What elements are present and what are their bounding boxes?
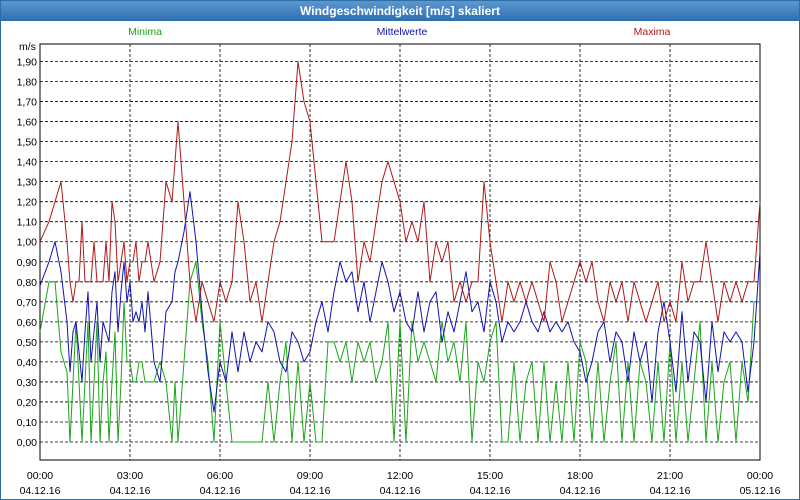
- y-tick-label: 0,40: [17, 357, 38, 369]
- x-tick-labels: 00:00 04.12.16 03:00 04.12.16 06:00 04.12.16 0…: [20, 470, 781, 497]
- y-tick-label: 0,00: [17, 437, 38, 449]
- y-tick-label: 1,50: [17, 137, 38, 149]
- x-tick-date: 04.12.16: [650, 485, 691, 497]
- x-tick-date: 04.12.16: [20, 485, 61, 497]
- y-tick-label: 1,20: [17, 197, 38, 209]
- x-tick-time: 06:00: [207, 470, 233, 482]
- y-tick-label: 1,60: [17, 117, 38, 129]
- legend-maxima: Maxima: [634, 26, 671, 38]
- x-tick-date: 04.12.16: [290, 485, 331, 497]
- legend-minima: Minima: [128, 26, 162, 38]
- y-tick-label: 1,30: [17, 177, 38, 189]
- x-tick-time: 00:00: [27, 470, 53, 482]
- x-tick-date: 04.12.16: [470, 485, 511, 497]
- line-chart: 0,00 0,10 0,20 0,30 0,40 0,50 0,60 0,70 0,80 0,90…: [17, 26, 781, 497]
- y-tick-label: 0,70: [17, 297, 38, 309]
- x-tick-time: 03:00: [117, 470, 143, 482]
- y-tick-label: 0,10: [17, 417, 38, 429]
- y-tick-label: 1,10: [17, 217, 38, 229]
- x-tick-time: 18:00: [567, 470, 593, 482]
- x-tick-time: 00:00: [747, 470, 773, 482]
- y-axis-unit-label: m/s: [19, 41, 36, 53]
- y-tick-labels: 0,00 0,10 0,20 0,30 0,40 0,50 0,60 0,70 0,80 0,90…: [17, 57, 38, 450]
- x-tick-date: 05.12.16: [740, 485, 781, 497]
- y-tick-label: 1,40: [17, 157, 38, 169]
- y-tick-label: 0,30: [17, 377, 38, 389]
- y-tick-label: 0,80: [17, 277, 38, 289]
- x-tick-date: 04.12.16: [560, 485, 601, 497]
- x-tick-date: 04.12.16: [110, 485, 151, 497]
- y-tick-label: 1,70: [17, 97, 38, 109]
- y-tick-label: 0,90: [17, 257, 38, 269]
- x-tick-time: 15:00: [477, 470, 503, 482]
- x-tick-date: 04.12.16: [200, 485, 241, 497]
- y-tick-label: 1,90: [17, 57, 38, 69]
- y-tick-label: 1,80: [17, 77, 38, 89]
- x-tick-time: 12:00: [387, 470, 413, 482]
- y-tick-label: 0,20: [17, 397, 38, 409]
- x-tick-date: 04.12.16: [380, 485, 421, 497]
- legend-mittelwerte: Mittelwerte: [377, 26, 428, 38]
- y-tick-label: 0,60: [17, 317, 38, 329]
- y-tick-label: 0,50: [17, 337, 38, 349]
- x-tick-time: 09:00: [297, 470, 323, 482]
- y-tick-label: 1,00: [17, 237, 38, 249]
- x-tick-time: 21:00: [657, 470, 683, 482]
